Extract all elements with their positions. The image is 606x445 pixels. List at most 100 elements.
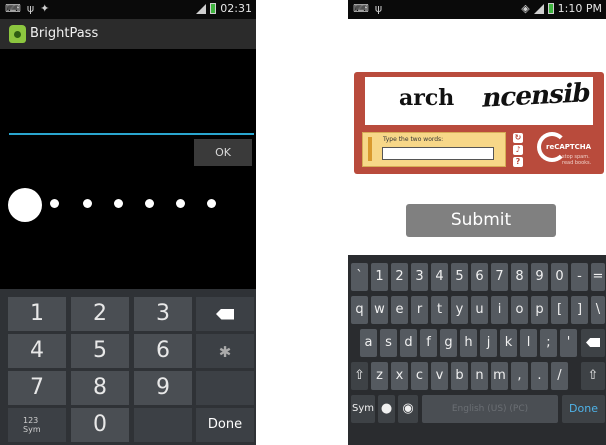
shift-key-right[interactable]: ⇧ — [581, 362, 605, 390]
key[interactable]: m — [491, 362, 508, 390]
key[interactable]: r — [411, 296, 428, 324]
settings-key[interactable]: ✱ — [196, 334, 254, 368]
status-bar: ⌨ ψ ✦ 02:31 — [0, 0, 256, 19]
key[interactable]: o — [511, 296, 528, 324]
key-2[interactable]: 2 — [71, 297, 129, 331]
key[interactable]: 0 — [551, 263, 568, 291]
key-1[interactable]: 1 — [8, 297, 66, 331]
key[interactable]: [ — [551, 296, 568, 324]
keyboard-icon: ⌨ — [353, 2, 369, 15]
key[interactable]: i — [491, 296, 508, 324]
key[interactable]: h — [460, 329, 477, 357]
key-6[interactable]: 6 — [134, 334, 192, 368]
audio-icon[interactable]: ♪ — [513, 145, 523, 155]
pattern-dot[interactable] — [207, 199, 216, 208]
globe-key[interactable]: ◉ — [398, 395, 418, 423]
key[interactable]: 7 — [491, 263, 508, 291]
key[interactable]: - — [571, 263, 588, 291]
key-8[interactable]: 8 — [71, 371, 129, 405]
battery-icon — [210, 3, 217, 14]
mic-icon: ● — [380, 401, 393, 416]
submit-button[interactable]: Submit — [406, 204, 556, 237]
key-5[interactable]: 5 — [71, 334, 129, 368]
key[interactable]: , — [511, 362, 528, 390]
done-key[interactable]: Done — [562, 395, 605, 423]
key[interactable]: f — [420, 329, 437, 357]
key[interactable]: w — [371, 296, 388, 324]
key[interactable]: l — [520, 329, 537, 357]
help-icon[interactable]: ? — [513, 157, 523, 167]
pattern-dots — [0, 199, 256, 209]
key[interactable]: t — [431, 296, 448, 324]
key[interactable]: / — [551, 362, 568, 390]
key[interactable]: j — [480, 329, 497, 357]
key[interactable]: e — [391, 296, 408, 324]
key[interactable]: s — [380, 329, 397, 357]
key[interactable]: 4 — [431, 263, 448, 291]
key[interactable]: a — [360, 329, 377, 357]
shift-key[interactable]: ⇧ — [351, 362, 368, 390]
key[interactable]: ` — [351, 263, 368, 291]
captcha-word-1: arch — [399, 85, 455, 111]
pattern-dot[interactable] — [83, 199, 92, 208]
key[interactable]: u — [471, 296, 488, 324]
key[interactable]: p — [531, 296, 548, 324]
key[interactable]: . — [531, 362, 548, 390]
pattern-dot[interactable] — [50, 199, 59, 208]
left-phone-screen: ⌨ ψ ✦ 02:31 BrightPass OK 1 2 3 4 5 6 ✱ … — [0, 0, 256, 445]
pattern-dot[interactable] — [114, 199, 123, 208]
key[interactable]: z — [371, 362, 388, 390]
mic-key[interactable]: ● — [378, 395, 395, 423]
key[interactable]: ; — [540, 329, 557, 357]
key[interactable]: q — [351, 296, 368, 324]
space-key[interactable]: English (US) (PC) — [422, 395, 558, 423]
key[interactable]: 6 — [471, 263, 488, 291]
key-0[interactable]: 0 — [71, 408, 129, 442]
sym-key[interactable]: 123 Sym — [8, 408, 66, 442]
key[interactable]: c — [411, 362, 428, 390]
key[interactable]: b — [451, 362, 468, 390]
blank-key[interactable] — [196, 371, 254, 405]
backspace-key[interactable] — [581, 329, 605, 357]
signal-icon — [533, 3, 544, 14]
key[interactable]: 1 — [371, 263, 388, 291]
key-4[interactable]: 4 — [8, 334, 66, 368]
pattern-dot[interactable] — [145, 199, 154, 208]
sym-key[interactable]: Sym — [351, 395, 375, 423]
ok-button[interactable]: OK — [194, 139, 252, 166]
app-title: BrightPass — [30, 26, 99, 41]
captcha-instruction: Type the two words: — [383, 136, 444, 143]
key[interactable]: ' — [560, 329, 577, 357]
key[interactable]: x — [391, 362, 408, 390]
done-key[interactable]: Done — [196, 408, 254, 442]
key-7[interactable]: 7 — [8, 371, 66, 405]
key-3[interactable]: 3 — [134, 297, 192, 331]
key[interactable]: 5 — [451, 263, 468, 291]
shift-icon: ⇧ — [587, 368, 599, 383]
key[interactable]: v — [431, 362, 448, 390]
globe-icon: ◉ — [402, 401, 414, 416]
key[interactable]: g — [440, 329, 457, 357]
key[interactable]: 9 — [531, 263, 548, 291]
captcha-input[interactable] — [382, 147, 494, 160]
key[interactable]: 8 — [511, 263, 528, 291]
key[interactable]: 3 — [411, 263, 428, 291]
status-time: 1:10 PM — [557, 2, 602, 15]
app-icon — [9, 25, 26, 43]
recaptcha-tagline: stop spam. read books. — [562, 154, 592, 166]
key[interactable]: ] — [571, 296, 588, 324]
key[interactable]: d — [400, 329, 417, 357]
key[interactable]: = — [591, 263, 605, 291]
pin-input[interactable] — [9, 126, 254, 135]
key[interactable]: n — [471, 362, 488, 390]
refresh-icon[interactable]: ↻ — [513, 133, 523, 143]
key[interactable]: k — [500, 329, 517, 357]
pattern-dot[interactable] — [176, 199, 185, 208]
key[interactable]: 2 — [391, 263, 408, 291]
backspace-key[interactable] — [196, 297, 254, 331]
key[interactable]: \ — [591, 296, 605, 324]
usb-icon: ψ — [374, 2, 383, 15]
key-9[interactable]: 9 — [134, 371, 192, 405]
blank-key[interactable] — [134, 408, 192, 442]
key[interactable]: y — [451, 296, 468, 324]
